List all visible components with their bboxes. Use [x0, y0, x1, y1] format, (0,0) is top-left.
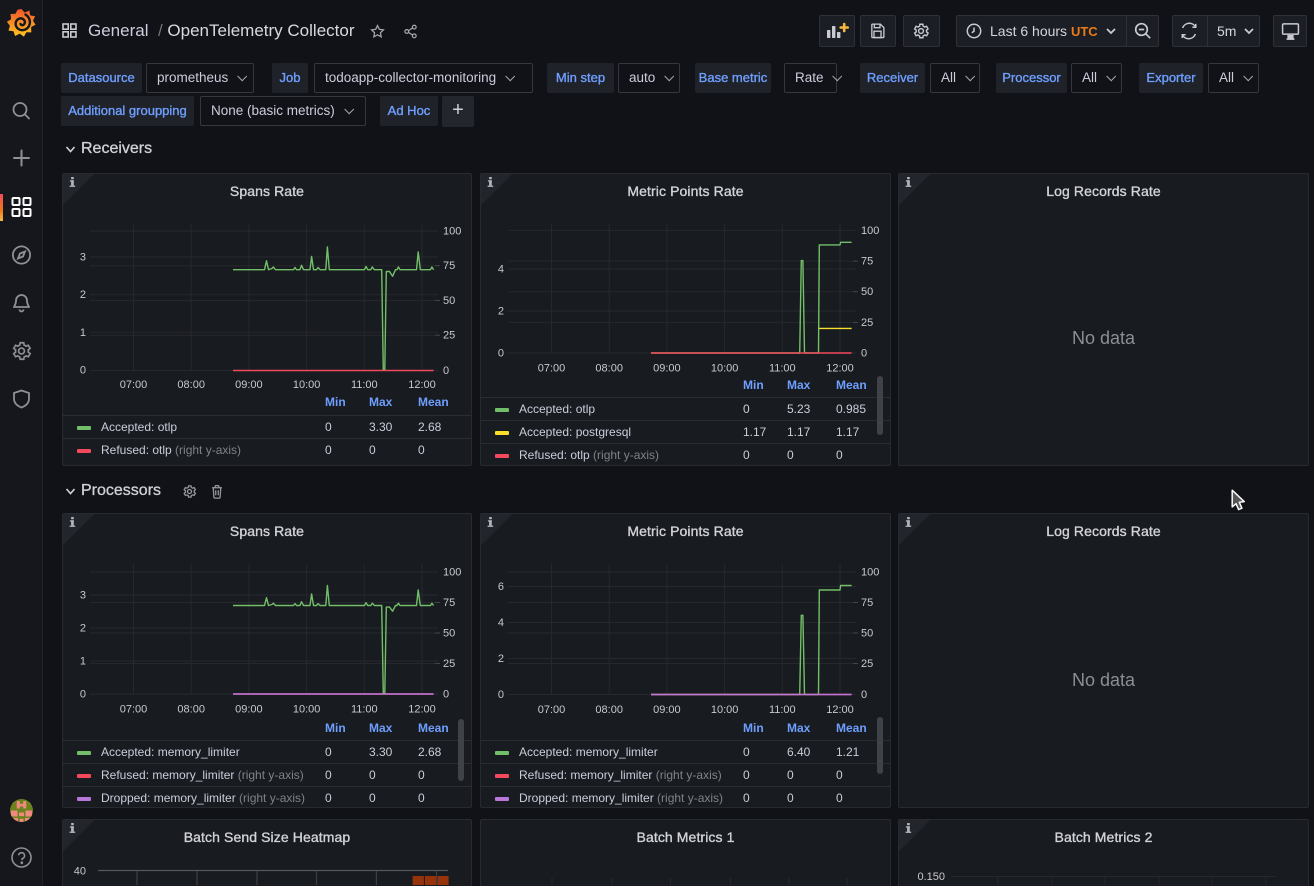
svg-text:75: 75 [861, 597, 873, 609]
svg-text:1: 1 [80, 656, 86, 668]
svg-text:0: 0 [80, 365, 86, 377]
svg-text:08:00: 08:00 [595, 363, 623, 375]
svg-text:50: 50 [443, 628, 455, 640]
svg-text:10:00: 10:00 [711, 704, 739, 716]
svg-text:11:00: 11:00 [351, 379, 378, 391]
svg-text:0: 0 [861, 348, 867, 360]
svg-text:07:00: 07:00 [120, 704, 148, 716]
svg-text:09:00: 09:00 [653, 363, 681, 375]
svg-text:25: 25 [443, 330, 455, 342]
svg-text:25: 25 [861, 317, 873, 329]
svg-text:11:00: 11:00 [769, 704, 796, 716]
svg-text:25: 25 [861, 658, 873, 670]
svg-text:09:00: 09:00 [235, 379, 263, 391]
svg-text:10:00: 10:00 [711, 363, 739, 375]
svg-text:0: 0 [498, 689, 504, 701]
svg-text:2: 2 [498, 653, 504, 665]
svg-text:100: 100 [443, 226, 461, 238]
svg-text:4: 4 [498, 617, 504, 629]
svg-text:0: 0 [498, 348, 504, 360]
svg-text:0: 0 [443, 689, 449, 701]
svg-text:50: 50 [443, 295, 455, 307]
svg-text:2: 2 [80, 289, 86, 301]
svg-text:08:00: 08:00 [177, 379, 205, 391]
svg-text:2: 2 [498, 306, 504, 318]
svg-text:10:00: 10:00 [293, 704, 321, 716]
svg-text:07:00: 07:00 [120, 379, 148, 391]
svg-text:12:00: 12:00 [826, 704, 854, 716]
svg-text:08:00: 08:00 [595, 704, 623, 716]
svg-text:0: 0 [443, 365, 449, 377]
svg-text:11:00: 11:00 [769, 363, 796, 375]
svg-text:07:00: 07:00 [538, 363, 566, 375]
svg-text:75: 75 [443, 260, 455, 272]
svg-text:12:00: 12:00 [826, 363, 854, 375]
svg-text:11:00: 11:00 [351, 704, 378, 716]
svg-text:100: 100 [861, 567, 879, 579]
svg-text:40: 40 [74, 866, 86, 878]
svg-text:1: 1 [80, 327, 86, 339]
svg-text:3: 3 [80, 252, 86, 264]
svg-text:12:00: 12:00 [408, 379, 436, 391]
svg-text:09:00: 09:00 [653, 704, 681, 716]
svg-text:10:00: 10:00 [293, 379, 321, 391]
svg-text:75: 75 [443, 597, 455, 609]
svg-text:100: 100 [443, 567, 461, 579]
svg-text:09:00: 09:00 [235, 704, 263, 716]
svg-text:0: 0 [80, 689, 86, 701]
svg-text:50: 50 [861, 286, 873, 298]
svg-text:2: 2 [80, 623, 86, 635]
svg-text:25: 25 [443, 658, 455, 670]
svg-text:75: 75 [861, 256, 873, 268]
svg-text:07:00: 07:00 [538, 704, 566, 716]
svg-text:0: 0 [861, 689, 867, 701]
svg-text:0.150: 0.150 [917, 871, 945, 883]
svg-text:100: 100 [861, 225, 879, 237]
svg-text:08:00: 08:00 [177, 704, 205, 716]
svg-text:12:00: 12:00 [408, 704, 436, 716]
svg-text:6: 6 [498, 581, 504, 593]
svg-text:4: 4 [498, 264, 504, 276]
svg-text:3: 3 [80, 590, 86, 602]
svg-text:50: 50 [861, 628, 873, 640]
